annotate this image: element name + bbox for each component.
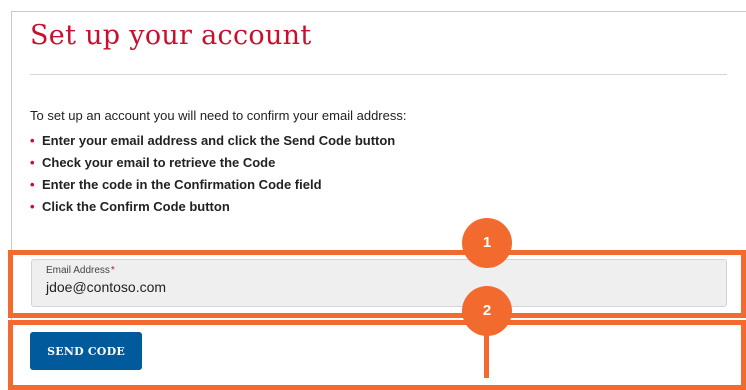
instruction-step-text: Click the Confirm Code button bbox=[42, 199, 230, 214]
instruction-step-text: Check your email to retrieve the Code bbox=[42, 155, 276, 170]
bullet-icon: • bbox=[30, 155, 35, 170]
title-divider bbox=[30, 74, 727, 75]
callout-box-1 bbox=[8, 250, 746, 318]
instruction-step-text: Enter your email address and click the S… bbox=[42, 133, 396, 148]
instruction-step-text: Enter the code in the Confirmation Code … bbox=[42, 177, 322, 192]
callout-badge-2: 2 bbox=[462, 286, 512, 336]
instruction-step: • Enter your email address and click the … bbox=[30, 130, 395, 152]
instruction-list: • Enter your email address and click the … bbox=[30, 130, 395, 218]
bullet-icon: • bbox=[30, 199, 35, 214]
bullet-icon: • bbox=[30, 133, 35, 148]
instruction-step: • Check your email to retrieve the Code bbox=[30, 152, 395, 174]
callout-connector-2 bbox=[484, 330, 489, 378]
instruction-step: • Click the Confirm Code button bbox=[30, 196, 395, 218]
page-title: Set up your account bbox=[30, 20, 312, 51]
callout-badge-1: 1 bbox=[462, 218, 512, 268]
callout-box-2 bbox=[8, 320, 746, 390]
intro-text: To set up an account you will need to co… bbox=[30, 108, 407, 123]
bullet-icon: • bbox=[30, 177, 35, 192]
instruction-step: • Enter the code in the Confirmation Code… bbox=[30, 174, 395, 196]
